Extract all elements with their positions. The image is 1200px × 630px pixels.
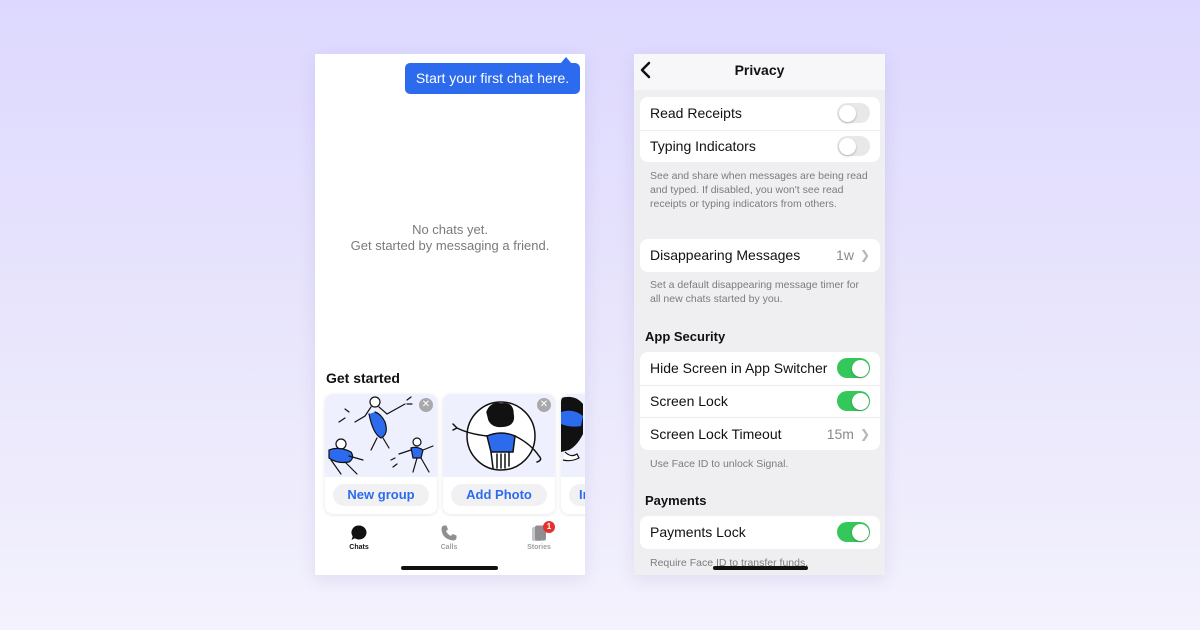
app-security-footnote: Use Face ID to unlock Signal. — [650, 458, 789, 470]
receipts-group: Read Receipts Typing Indicators — [640, 97, 880, 162]
get-started-carousel[interactable]: ✕ New group ✕ Add Photo I — [325, 394, 585, 514]
hide-screen-toggle[interactable] — [837, 358, 870, 379]
nav-bar: Privacy — [634, 54, 885, 90]
dismiss-card-icon[interactable]: ✕ — [419, 398, 433, 412]
chevron-right-icon: ❯ — [859, 248, 870, 263]
privacy-screen: Privacy Read Receipts Typing Indicators … — [634, 54, 885, 575]
page-title: Privacy — [734, 62, 785, 78]
empty-state-title: No chats yet. — [412, 222, 488, 237]
empty-state-subtitle: Get started by messaging a friend. — [350, 238, 550, 253]
disappearing-footnote: Set a default disappearing message timer… — [650, 279, 859, 305]
stories-badge: 1 — [543, 521, 555, 533]
tab-chats[interactable]: Chats — [329, 523, 389, 551]
typing-indicators-row[interactable]: Typing Indicators — [640, 129, 880, 163]
row-value: 1w — [836, 247, 854, 264]
app-security-group: Hide Screen in App Switcher Screen Lock … — [640, 352, 880, 450]
receipts-footnote: See and share when messages are being re… — [650, 170, 868, 210]
row-label: Hide Screen in App Switcher — [650, 360, 828, 377]
typing-indicators-toggle[interactable] — [837, 136, 870, 157]
screen-lock-timeout-row[interactable]: Screen Lock Timeout 15m ❯ — [640, 417, 880, 450]
add-photo-button[interactable]: Add Photo — [451, 484, 547, 506]
read-receipts-row[interactable]: Read Receipts — [640, 97, 880, 130]
row-label: Screen Lock — [650, 393, 728, 410]
chat-bubble-icon — [329, 523, 389, 543]
hide-screen-row[interactable]: Hide Screen in App Switcher — [640, 352, 880, 385]
person-illustration-partial — [561, 394, 585, 477]
new-group-button[interactable]: New group — [333, 484, 429, 506]
row-value: 15m — [826, 425, 854, 442]
row-label: Disappearing Messages — [650, 247, 801, 264]
start-chat-tooltip[interactable]: Start your first chat here. — [405, 57, 580, 94]
payments-lock-toggle[interactable] — [837, 522, 870, 543]
invite-card[interactable]: In — [561, 394, 585, 514]
row-label: Screen Lock Timeout — [650, 425, 782, 442]
screen-lock-row[interactable]: Screen Lock — [640, 384, 880, 418]
tab-calls[interactable]: Calls — [419, 523, 479, 551]
empty-state: No chats yet. Get started by messaging a… — [315, 222, 585, 254]
tab-label: Stories — [527, 544, 551, 551]
home-indicator — [713, 566, 808, 570]
tab-stories[interactable]: 1 Stories — [509, 521, 569, 551]
row-label: Typing Indicators — [650, 138, 756, 155]
chevron-right-icon: ❯ — [859, 426, 870, 441]
disappearing-messages-row[interactable]: Disappearing Messages 1w ❯ — [640, 239, 880, 272]
get-started-title: Get started — [326, 370, 400, 386]
payments-header: Payments — [645, 493, 707, 508]
new-group-card[interactable]: ✕ New group — [325, 394, 437, 514]
dismiss-card-icon[interactable]: ✕ — [537, 398, 551, 412]
home-indicator — [401, 566, 498, 570]
row-label: Read Receipts — [650, 105, 742, 122]
stories-icon: 1 — [509, 521, 569, 543]
payments-lock-row[interactable]: Payments Lock — [640, 516, 880, 549]
disappearing-group: Disappearing Messages 1w ❯ — [640, 239, 880, 272]
app-security-header: App Security — [645, 329, 726, 344]
invite-button[interactable]: In — [569, 484, 585, 506]
payments-group: Payments Lock — [640, 516, 880, 549]
phone-icon — [419, 523, 479, 543]
read-receipts-toggle[interactable] — [837, 103, 870, 124]
tab-label: Chats — [349, 544, 369, 551]
add-photo-card[interactable]: ✕ Add Photo — [443, 394, 555, 514]
row-label: Payments Lock — [650, 524, 746, 541]
tab-label: Calls — [440, 544, 458, 551]
chats-screen: Start your first chat here. No chats yet… — [315, 54, 585, 575]
screen-lock-toggle[interactable] — [837, 391, 870, 412]
